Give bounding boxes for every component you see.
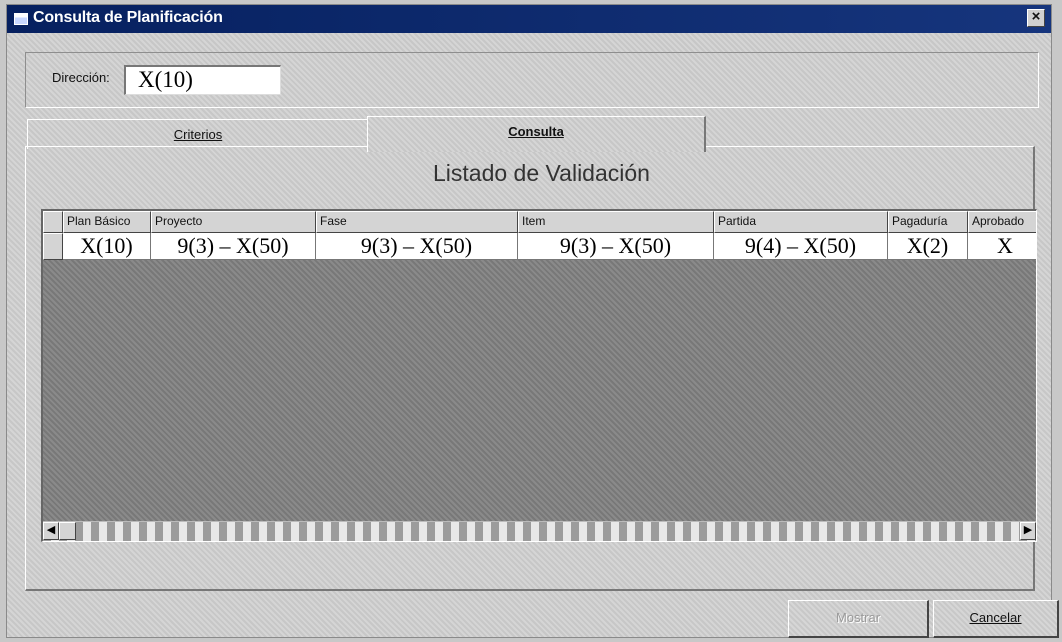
row-selector[interactable] (43, 233, 63, 260)
tab-criterios-label: Criterios (173, 127, 223, 142)
grid-header: Plan Básico Proyecto Fase Item Partida P… (43, 211, 1036, 233)
scroll-right-icon[interactable]: ▶ (1020, 522, 1036, 540)
cancelar-button[interactable]: Cancelar (933, 600, 1059, 638)
tab-consulta[interactable]: Consulta (367, 116, 706, 152)
column-header-partida[interactable]: Partida (714, 211, 888, 233)
direccion-panel: Dirección: X(10) (25, 52, 1039, 108)
cell-proyecto[interactable]: 9(3) – X(50) (151, 233, 316, 260)
scroll-thumb[interactable] (59, 522, 76, 540)
direccion-field[interactable]: X(10) (124, 65, 281, 95)
column-header-aprobado[interactable]: Aprobado (968, 211, 1036, 233)
column-header-item[interactable]: Item (518, 211, 714, 233)
cell-partida[interactable]: 9(4) – X(50) (714, 233, 888, 260)
cell-fase[interactable]: 9(3) – X(50) (316, 233, 518, 260)
header-row-selector (43, 211, 63, 233)
column-header-fase[interactable]: Fase (316, 211, 518, 233)
validation-grid[interactable]: Plan Básico Proyecto Fase Item Partida P… (41, 209, 1037, 542)
column-header-plan-basico[interactable]: Plan Básico (63, 211, 151, 233)
listado-title: Listado de Validación (433, 160, 650, 186)
direccion-label: Dirección: (52, 70, 110, 85)
tab-consulta-label: Consulta (508, 124, 564, 139)
close-button[interactable]: × (1027, 9, 1045, 27)
consulta-de-planificacion-window: Consulta de Planificación × Dirección: X… (6, 4, 1059, 638)
mostrar-button[interactable]: Mostrar (788, 600, 929, 638)
tab-criterios[interactable]: Criterios (27, 119, 370, 149)
title-bar: Consulta de Planificación × (7, 5, 1051, 33)
scroll-left-icon[interactable]: ◀ (43, 522, 59, 540)
cell-aprobado[interactable]: X (968, 233, 1036, 260)
cell-item[interactable]: 9(3) – X(50) (518, 233, 714, 260)
column-header-pagaduria[interactable]: Pagaduría (888, 211, 968, 233)
cell-plan-basico[interactable]: X(10) (63, 233, 151, 260)
cell-pagaduria[interactable]: X(2) (888, 233, 968, 260)
table-row[interactable]: X(10) 9(3) – X(50) 9(3) – X(50) 9(3) – X… (43, 233, 1036, 260)
horizontal-scrollbar[interactable]: ◀ ▶ (43, 521, 1036, 541)
column-header-proyecto[interactable]: Proyecto (151, 211, 316, 233)
window-icon (14, 13, 28, 25)
window-title: Consulta de Planificación (33, 9, 223, 26)
